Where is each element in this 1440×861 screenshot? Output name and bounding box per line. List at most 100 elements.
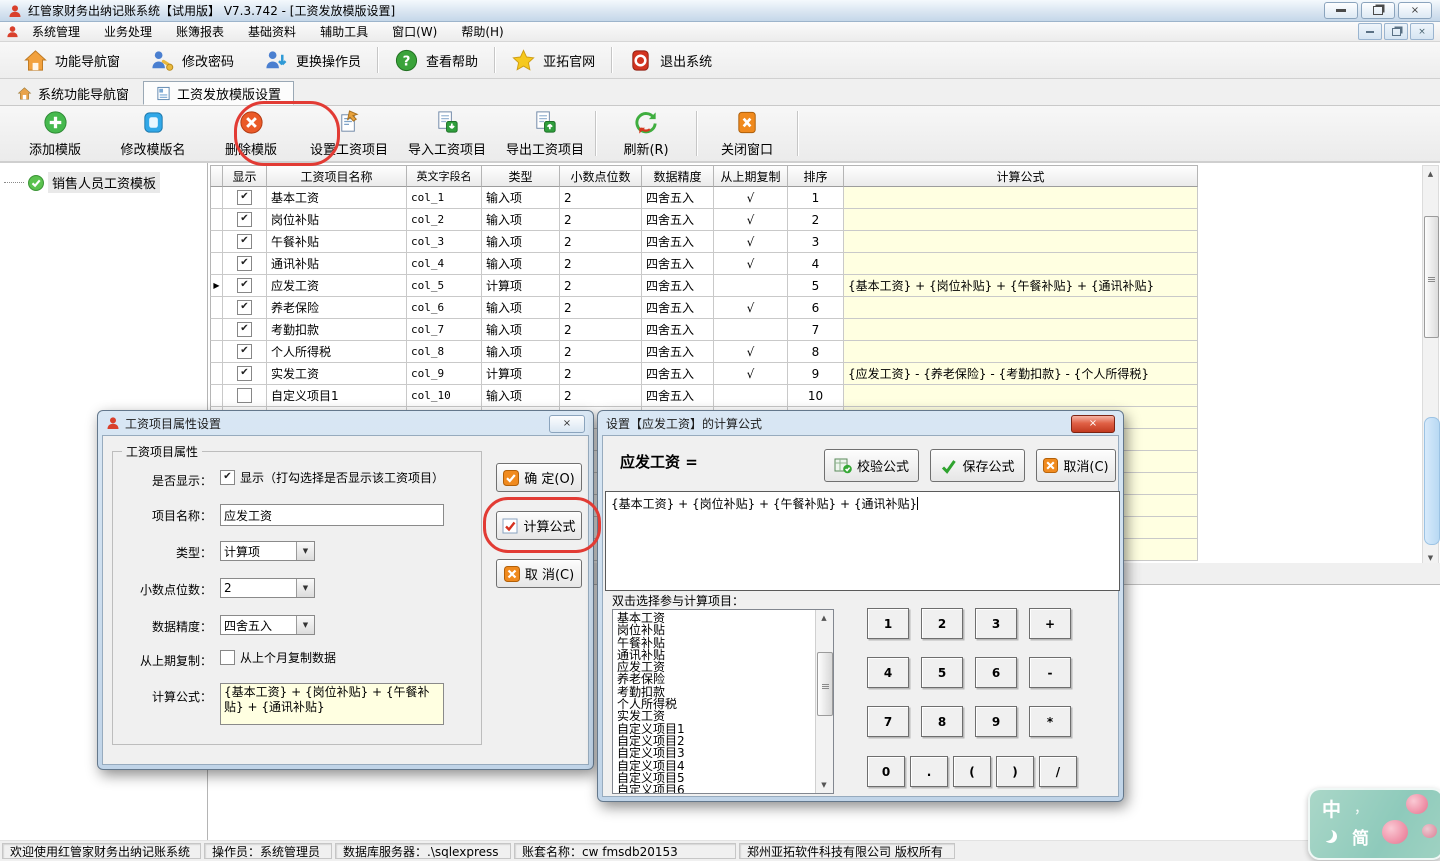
table-row[interactable]: ✔养老保险col_6输入项2四舍五入√6 bbox=[210, 297, 1198, 319]
keypad-multiply[interactable]: * bbox=[1029, 706, 1071, 737]
keypad-divide[interactable]: / bbox=[1039, 756, 1077, 787]
item-name-input[interactable] bbox=[220, 504, 444, 526]
menu-help[interactable]: 帮助(H) bbox=[450, 21, 514, 42]
calc-items-listbox[interactable]: 基本工资 岗位补贴 午餐补贴 通讯补贴 应发工资 养老保险 考勤扣款 个人所得税… bbox=[612, 609, 834, 794]
show-checkbox[interactable]: ✔ bbox=[237, 366, 252, 381]
calc-formula-button[interactable]: 计算公式 bbox=[496, 511, 582, 540]
menu-reports[interactable]: 账簿报表 bbox=[165, 21, 235, 42]
formula-input-area[interactable]: {基本工资} + {岗位补贴} + {午餐补贴} + {通讯补贴} bbox=[605, 491, 1120, 591]
cancel-button[interactable]: 取消(C) bbox=[1036, 449, 1116, 482]
nav-window-button[interactable]: 功能导航窗 bbox=[8, 42, 135, 78]
show-checkbox[interactable]: ✔ bbox=[237, 212, 252, 227]
keypad-8[interactable]: 8 bbox=[921, 706, 963, 737]
keypad-open-paren[interactable]: ( bbox=[953, 756, 991, 787]
keypad-1[interactable]: 1 bbox=[867, 608, 909, 639]
scrollbar-thumb[interactable] bbox=[817, 652, 833, 716]
scrollbar-thumb[interactable] bbox=[1424, 216, 1439, 338]
col-header-copy[interactable]: 从上期复制 bbox=[714, 165, 788, 187]
refresh-button[interactable]: 刷新(R) bbox=[597, 106, 695, 161]
export-salary-items-button[interactable]: 导出工资项目 bbox=[496, 106, 594, 161]
rename-template-button[interactable]: 修改模版名 bbox=[104, 106, 202, 161]
col-header-precision[interactable]: 数据精度 bbox=[642, 165, 714, 187]
list-item[interactable]: 自定义项目3 bbox=[617, 747, 833, 759]
keypad-dot[interactable]: . bbox=[910, 756, 948, 787]
list-item[interactable]: 养老保险 bbox=[617, 673, 833, 685]
cancel-button[interactable]: 取 消(C) bbox=[496, 559, 582, 588]
table-row-selected[interactable]: ▶✔应发工资col_5计算项2四舍五入5{基本工资} + {岗位补贴} + {午… bbox=[210, 275, 1198, 297]
precision-select[interactable]: 四舍五入▼ bbox=[220, 615, 315, 635]
delete-template-button[interactable]: 删除模版 bbox=[202, 106, 300, 161]
save-formula-button[interactable]: 保存公式 bbox=[930, 449, 1025, 482]
exit-system-button[interactable]: 退出系统 bbox=[613, 42, 727, 78]
keypad-3[interactable]: 3 bbox=[975, 608, 1017, 639]
chevron-down-icon[interactable]: ▼ bbox=[296, 616, 314, 634]
table-row[interactable]: 自定义项目1col_10输入项2四舍五入10 bbox=[210, 385, 1198, 407]
keypad-4[interactable]: 4 bbox=[867, 657, 909, 688]
listbox-scrollbar[interactable]: ▲ ▼ bbox=[815, 610, 833, 793]
table-row[interactable]: ✔个人所得税col_8输入项2四舍五入√8 bbox=[210, 341, 1198, 363]
keypad-7[interactable]: 7 bbox=[867, 706, 909, 737]
tab-system-nav[interactable]: 系统功能导航窗 bbox=[5, 81, 141, 105]
menu-system[interactable]: 系统管理 bbox=[21, 21, 91, 42]
show-checkbox[interactable] bbox=[237, 388, 252, 403]
table-row[interactable]: ✔通讯补贴col_4输入项2四舍五入√4 bbox=[210, 253, 1198, 275]
col-header-field[interactable]: 英文字段名 bbox=[407, 165, 482, 187]
switch-operator-button[interactable]: 更换操作员 bbox=[249, 42, 376, 78]
validate-formula-button[interactable]: 校验公式 bbox=[824, 449, 919, 482]
scroll-up-arrow[interactable]: ▲ bbox=[816, 610, 832, 626]
show-checkbox[interactable]: ✔ bbox=[237, 190, 252, 205]
table-row[interactable]: ✔基本工资col_1输入项2四舍五入√1 bbox=[210, 187, 1198, 209]
col-header-type[interactable]: 类型 bbox=[482, 165, 560, 187]
restore-button[interactable] bbox=[1361, 2, 1395, 19]
show-checkbox[interactable]: ✔ bbox=[220, 470, 235, 485]
outer-scrollbar-thumb[interactable] bbox=[1424, 417, 1440, 545]
col-header-formula[interactable]: 计算公式 bbox=[844, 165, 1198, 187]
scroll-up-arrow[interactable]: ▲ bbox=[1423, 166, 1438, 182]
col-header-order[interactable]: 排序 bbox=[788, 165, 844, 187]
keypad-minus[interactable]: - bbox=[1029, 657, 1071, 688]
menu-basedata[interactable]: 基础资料 bbox=[237, 21, 307, 42]
table-row[interactable]: ✔岗位补贴col_2输入项2四舍五入√2 bbox=[210, 209, 1198, 231]
col-header-decimals[interactable]: 小数点位数 bbox=[560, 165, 642, 187]
tab-salary-template-settings[interactable]: 工资发放模版设置 bbox=[143, 81, 294, 105]
list-item[interactable]: 实发工资 bbox=[617, 710, 833, 722]
menu-tools[interactable]: 辅助工具 bbox=[309, 21, 379, 42]
set-salary-items-button[interactable]: 设置工资项目 bbox=[300, 106, 398, 161]
menu-window[interactable]: 窗口(W) bbox=[381, 21, 448, 42]
keypad-6[interactable]: 6 bbox=[975, 657, 1017, 688]
ime-toolbar[interactable]: 中 ， 简 bbox=[1308, 788, 1440, 860]
dialog-close-button[interactable]: × bbox=[1071, 415, 1115, 433]
chevron-down-icon[interactable]: ▼ bbox=[296, 542, 314, 560]
close-button[interactable]: × bbox=[1398, 2, 1432, 19]
keypad-close-paren[interactable]: ) bbox=[996, 756, 1034, 787]
list-item[interactable]: 自定义项目4 bbox=[617, 760, 833, 772]
official-site-button[interactable]: 亚拓官网 bbox=[496, 42, 610, 78]
type-select[interactable]: 计算项▼ bbox=[220, 541, 315, 561]
scroll-down-arrow[interactable]: ▼ bbox=[816, 777, 832, 793]
formula-preview-box[interactable]: {基本工资} + {岗位补贴} + {午餐补贴} + {通讯补贴} bbox=[220, 683, 444, 725]
keypad-0[interactable]: 0 bbox=[867, 756, 905, 787]
mdi-close-button[interactable]: × bbox=[1410, 23, 1434, 40]
menu-business[interactable]: 业务处理 bbox=[93, 21, 163, 42]
view-help-button[interactable]: ? 查看帮助 bbox=[379, 42, 493, 78]
change-password-button[interactable]: 修改密码 bbox=[135, 42, 249, 78]
list-item[interactable]: 岗位补贴 bbox=[617, 624, 833, 636]
col-header-item-name[interactable]: 工资项目名称 bbox=[267, 165, 407, 187]
add-template-button[interactable]: 添加模版 bbox=[6, 106, 104, 161]
show-checkbox[interactable]: ✔ bbox=[237, 300, 252, 315]
import-salary-items-button[interactable]: 导入工资项目 bbox=[398, 106, 496, 161]
keypad-plus[interactable]: + bbox=[1029, 608, 1071, 639]
col-header-show[interactable]: 显示 bbox=[223, 165, 267, 187]
show-checkbox[interactable]: ✔ bbox=[237, 278, 252, 293]
show-checkbox[interactable]: ✔ bbox=[237, 344, 252, 359]
dialog-close-button[interactable]: × bbox=[549, 415, 585, 433]
close-window-button[interactable]: 关闭窗口 bbox=[698, 106, 796, 161]
table-row[interactable]: ✔考勤扣款col_7输入项2四舍五入7 bbox=[210, 319, 1198, 341]
show-checkbox[interactable]: ✔ bbox=[237, 322, 252, 337]
tree-item-sales-template[interactable]: 销售人员工资模板 bbox=[4, 172, 160, 193]
show-checkbox[interactable]: ✔ bbox=[237, 234, 252, 249]
table-row[interactable]: ✔午餐补贴col_3输入项2四舍五入√3 bbox=[210, 231, 1198, 253]
copy-checkbox[interactable] bbox=[220, 650, 235, 665]
keypad-5[interactable]: 5 bbox=[921, 657, 963, 688]
chevron-down-icon[interactable]: ▼ bbox=[296, 579, 314, 597]
